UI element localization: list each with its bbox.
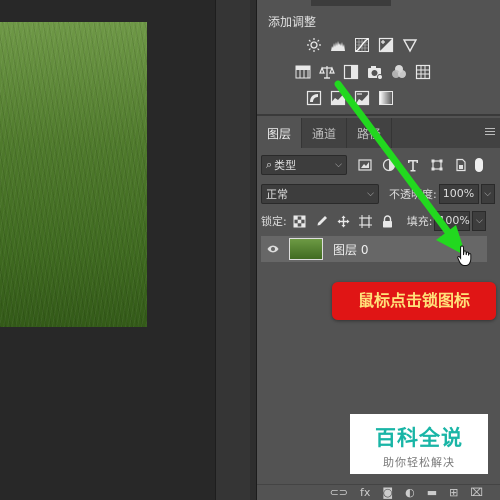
fx-icon[interactable]: fx bbox=[360, 486, 370, 499]
exposure-icon[interactable] bbox=[377, 36, 395, 54]
filter-toggle[interactable] bbox=[475, 158, 483, 172]
new-layer-icon[interactable]: ⊞ bbox=[449, 486, 458, 499]
layer-filter-select[interactable]: ⌕ 类型 ⌵ bbox=[261, 155, 347, 175]
blend-mode-select[interactable]: 正常 ⌵ bbox=[261, 184, 379, 204]
brightness-icon[interactable] bbox=[305, 36, 323, 54]
grass-image bbox=[0, 22, 147, 327]
tab-paths[interactable]: 路径 bbox=[347, 118, 393, 148]
adjustments-panel: 添加调整 bbox=[257, 0, 500, 116]
chevron-down-icon: ⌵ bbox=[335, 160, 342, 170]
chevron-down-icon: ⌵ bbox=[367, 189, 374, 199]
instruction-callout: 鼠标点击锁图标 bbox=[332, 282, 496, 320]
visibility-eye-icon[interactable] bbox=[261, 244, 285, 254]
levels-icon[interactable] bbox=[329, 36, 347, 54]
tab-layers[interactable]: 图层 bbox=[257, 118, 303, 148]
color-balance-icon[interactable] bbox=[318, 63, 336, 81]
panel-gutter bbox=[215, 0, 255, 500]
filter-icons bbox=[357, 157, 469, 173]
adjustments-title: 添加调整 bbox=[268, 15, 317, 29]
lock-position-icon[interactable] bbox=[337, 214, 351, 228]
channel-mixer-icon[interactable] bbox=[390, 63, 408, 81]
curves-icon[interactable] bbox=[353, 36, 371, 54]
mask-icon[interactable]: ◙ bbox=[382, 486, 393, 499]
adjustments-tab-strip bbox=[311, 0, 391, 6]
gradient-map-icon[interactable] bbox=[377, 89, 395, 107]
blend-mode-value: 正常 bbox=[266, 188, 288, 201]
lock-transparent-pixels-icon[interactable] bbox=[293, 214, 307, 228]
folder-icon[interactable]: ▬ bbox=[427, 486, 437, 499]
layer-thumbnail bbox=[289, 238, 323, 260]
adjustments-row-3 bbox=[305, 89, 395, 107]
lock-label: 锁定: bbox=[261, 215, 287, 228]
search-icon: ⌕ bbox=[266, 158, 273, 171]
hand-cursor-icon bbox=[457, 245, 472, 266]
layer-filter-row: ⌕ 类型 ⌵ bbox=[261, 154, 497, 176]
trash-icon[interactable]: ⌧ bbox=[470, 486, 483, 499]
threshold-icon[interactable] bbox=[353, 89, 371, 107]
blend-row: 正常 ⌵ 不透明度: 100% ⌵ bbox=[261, 184, 497, 204]
invert-icon[interactable] bbox=[305, 89, 323, 107]
lock-icons bbox=[293, 214, 395, 228]
layer-row[interactable]: 图层 0 bbox=[261, 236, 487, 262]
smart-object-filter-icon[interactable] bbox=[453, 157, 469, 173]
pixel-filter-icon[interactable] bbox=[357, 157, 373, 173]
opacity-label: 不透明度: bbox=[389, 188, 437, 201]
lock-row: 锁定: 填充: 100% ⌵ bbox=[261, 211, 497, 231]
type-filter-icon[interactable] bbox=[405, 157, 421, 173]
photo-filter-icon[interactable] bbox=[366, 63, 384, 81]
color-lookup-icon[interactable] bbox=[414, 63, 432, 81]
lock-all-icon[interactable] bbox=[381, 214, 395, 228]
lock-image-pixels-icon[interactable] bbox=[315, 214, 329, 228]
shape-filter-icon[interactable] bbox=[429, 157, 445, 173]
lock-artboard-icon[interactable] bbox=[359, 214, 373, 228]
document-canvas[interactable] bbox=[0, 0, 215, 500]
vibrance-icon[interactable] bbox=[401, 36, 419, 54]
watermark-logo: 百科全说 助你轻松解决 bbox=[350, 414, 488, 474]
fill-label: 填充: bbox=[406, 215, 433, 228]
watermark-subtitle: 助你轻松解决 bbox=[383, 456, 455, 469]
adjustment-filter-icon[interactable] bbox=[381, 157, 397, 173]
filter-select-label: 类型 bbox=[274, 159, 297, 172]
layers-tabbar: 图层 通道 路径 bbox=[257, 118, 500, 148]
layer-name[interactable]: 图层 0 bbox=[333, 241, 368, 258]
hue-saturation-icon[interactable] bbox=[294, 63, 312, 81]
black-white-icon[interactable] bbox=[342, 63, 360, 81]
layers-bottom-bar: ⊂⊃ fx ◙ ◐ ▬ ⊞ ⌧ bbox=[257, 484, 500, 500]
adjustments-row-2 bbox=[294, 63, 432, 81]
opacity-input[interactable]: 100% bbox=[438, 184, 479, 204]
link-icon[interactable]: ⊂⊃ bbox=[330, 486, 348, 499]
panel-menu-icon[interactable] bbox=[485, 128, 495, 136]
adjustments-row-1 bbox=[305, 36, 419, 54]
fill-input[interactable]: 100% bbox=[434, 211, 471, 231]
fill-dropdown-button[interactable]: ⌵ bbox=[472, 211, 487, 231]
posterize-icon[interactable] bbox=[329, 89, 347, 107]
opacity-dropdown-button[interactable]: ⌵ bbox=[480, 184, 495, 204]
adjustment-icon[interactable]: ◐ bbox=[405, 486, 415, 499]
watermark-title: 百科全说 bbox=[375, 426, 463, 450]
tab-channels[interactable]: 通道 bbox=[302, 118, 348, 148]
